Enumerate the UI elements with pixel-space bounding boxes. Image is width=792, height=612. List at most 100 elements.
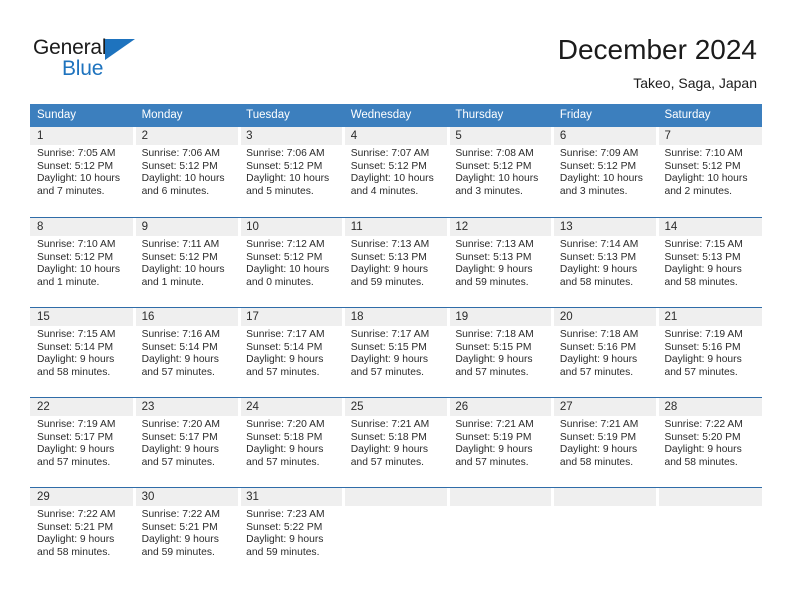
day-number: 4 [350,130,358,142]
sunset-text: Sunset: 5:15 PM [350,341,427,353]
calendar-day-cell[interactable]: 23 Sunrise: 7:20 AM Sunset: 5:17 PM Dayligh… [135,398,240,487]
weekday-thursday: Thursday [455,109,504,121]
daylight-text-line1: Daylight: 10 hours [455,173,539,185]
sunrise-text: Sunrise: 7:06 AM [246,148,325,159]
sunrise-text: Sunrise: 7:22 AM [37,509,116,520]
calendar-day-cell[interactable]: 26 Sunrise: 7:21 AM Sunset: 5:19 PM Dayligh… [448,398,553,487]
calendar-day-cell[interactable]: 15 Sunrise: 7:15 AM Sunset: 5:14 PM Dayligh… [30,308,135,397]
day-details: Sunrise: 7:21 AM Sunset: 5:19 PM Daylight:… [560,419,658,469]
calendar-day-cell[interactable]: 6 Sunrise: 7:09 AM Sunset: 5:12 PM Daylight… [553,127,658,217]
calendar-day-cell[interactable]: 29 Sunrise: 7:22 AM Sunset: 5:21 PM Dayligh… [30,488,135,577]
calendar-day-cell[interactable]: 28 Sunrise: 7:22 AM Sunset: 5:20 PM Dayligh… [657,398,762,487]
calendar-day-cell-empty [553,488,658,577]
band-gutter [342,308,346,326]
calendar-page: General Blue December 2024 Takeo, Saga, … [0,0,792,612]
day-details: Sunrise: 7:06 AM Sunset: 5:12 PM Daylight:… [246,148,344,198]
daylight-text-line1: Daylight: 9 hours [246,354,324,366]
calendar-day-cell[interactable]: 24 Sunrise: 7:20 AM Sunset: 5:18 PM Dayligh… [239,398,344,487]
title-block: December 2024 Takeo, Saga, Japan [558,33,757,93]
sunrise-text: Sunrise: 7:05 AM [37,148,116,159]
day-details: Sunrise: 7:18 AM Sunset: 5:16 PM Daylight:… [560,329,658,379]
sunset-text: Sunset: 5:12 PM [559,160,637,172]
calendar-day-cell[interactable]: 18 Sunrise: 7:17 AM Sunset: 5:15 PM Dayligh… [344,308,449,397]
day-details: Sunrise: 7:21 AM Sunset: 5:18 PM Daylight:… [351,419,449,469]
calendar-day-cell[interactable]: 1 Sunrise: 7:05 AM Sunset: 5:12 PM Daylight… [30,127,135,217]
sunrise-text: Sunrise: 7:14 AM [559,239,639,250]
sunset-text: Sunset: 5:16 PM [559,341,637,353]
day-cell-group: 1 Sunrise: 7:05 AM Sunset: 5:12 PM Daylight… [30,127,762,217]
calendar-day-cell[interactable]: 27 Sunrise: 7:21 AM Sunset: 5:19 PM Dayligh… [553,398,658,487]
band-gutter [342,127,346,145]
calendar-day-cell[interactable]: 21 Sunrise: 7:19 AM Sunset: 5:16 PM Dayligh… [657,308,762,397]
calendar-day-cell[interactable]: 10 Sunrise: 7:12 AM Sunset: 5:12 PM Dayligh… [239,218,344,307]
calendar-day-cell[interactable]: 4 Sunrise: 7:07 AM Sunset: 5:12 PM Daylight… [344,127,449,217]
calendar-day-cell[interactable]: 5 Sunrise: 7:08 AM Sunset: 5:12 PM Daylight… [448,127,553,217]
daylight-text-line1: Daylight: 9 hours [455,354,533,366]
calendar-day-cell[interactable]: 7 Sunrise: 7:10 AM Sunset: 5:12 PM Daylight… [657,127,762,217]
day-details: Sunrise: 7:07 AM Sunset: 5:12 PM Daylight:… [351,148,449,198]
sunset-text: Sunset: 5:19 PM [455,431,532,443]
calendar-day-cell[interactable]: 16 Sunrise: 7:16 AM Sunset: 5:14 PM Dayligh… [135,308,240,397]
calendar-day-cell[interactable]: 20 Sunrise: 7:18 AM Sunset: 5:16 PM Dayligh… [553,308,658,397]
daylight-text-line2: and 57 minutes. [455,366,529,378]
daylight-text-line2: and 57 minutes. [141,456,215,468]
sunrise-text: Sunrise: 7:18 AM [559,329,639,340]
calendar-day-cell[interactable]: 13 Sunrise: 7:14 AM Sunset: 5:13 PM Dayligh… [553,218,658,307]
day-number: 20 [559,311,573,323]
calendar-day-cell[interactable]: 14 Sunrise: 7:15 AM Sunset: 5:13 PM Dayligh… [657,218,762,307]
band-gutter [446,218,450,236]
day-details: Sunrise: 7:23 AM Sunset: 5:22 PM Daylight:… [246,509,344,559]
daylight-text-line1: Daylight: 9 hours [664,354,742,366]
day-number: 12 [455,221,469,233]
logo-blue-text: Blue [62,57,104,80]
band-gutter [551,488,555,506]
calendar-day-cell[interactable]: 30 Sunrise: 7:22 AM Sunset: 5:21 PM Dayligh… [135,488,240,577]
band-gutter [133,398,137,416]
sunrise-text: Sunrise: 7:19 AM [37,419,116,430]
sunset-text: Sunset: 5:16 PM [664,341,741,353]
day-number: 7 [664,130,671,142]
calendar-day-cell[interactable]: 11 Sunrise: 7:13 AM Sunset: 5:13 PM Dayligh… [344,218,449,307]
calendar-day-cell[interactable]: 19 Sunrise: 7:18 AM Sunset: 5:15 PM Dayligh… [448,308,553,397]
band-gutter [133,127,137,145]
calendar-day-cell[interactable]: 17 Sunrise: 7:17 AM Sunset: 5:14 PM Dayligh… [239,308,344,397]
day-details: Sunrise: 7:13 AM Sunset: 5:13 PM Daylight:… [455,239,553,289]
day-number: 27 [559,401,573,413]
calendar-day-cell[interactable]: 22 Sunrise: 7:19 AM Sunset: 5:17 PM Dayligh… [30,398,135,487]
day-details: Sunrise: 7:18 AM Sunset: 5:15 PM Daylight:… [455,329,553,379]
daylight-text-line1: Daylight: 10 hours [141,173,225,185]
day-details: Sunrise: 7:21 AM Sunset: 5:19 PM Daylight:… [455,419,553,469]
daylight-text-line2: and 59 minutes. [350,276,425,288]
calendar-week-row: 1 Sunrise: 7:05 AM Sunset: 5:12 PM Daylight… [30,127,762,217]
calendar-day-cell[interactable]: 3 Sunrise: 7:06 AM Sunset: 5:12 PM Daylight… [239,127,344,217]
calendar-day-cell[interactable]: 25 Sunrise: 7:21 AM Sunset: 5:18 PM Dayligh… [344,398,449,487]
day-details: Sunrise: 7:19 AM Sunset: 5:17 PM Daylight:… [37,419,135,469]
band-gutter [237,488,241,506]
day-number: 18 [350,311,364,323]
sunset-text: Sunset: 5:12 PM [37,251,114,263]
calendar-week-row: 8 Sunrise: 7:10 AM Sunset: 5:12 PM Daylight… [30,217,762,307]
daylight-text-line2: and 6 minutes. [141,185,210,197]
sunset-text: Sunset: 5:18 PM [246,431,323,443]
sunrise-text: Sunrise: 7:13 AM [455,239,534,250]
sunset-text: Sunset: 5:19 PM [559,431,637,443]
day-details: Sunrise: 7:20 AM Sunset: 5:18 PM Daylight:… [246,419,344,469]
calendar-day-cell[interactable]: 31 Sunrise: 7:23 AM Sunset: 5:22 PM Dayligh… [239,488,344,577]
daylight-text-line1: Daylight: 9 hours [350,444,429,456]
band-gutter [342,218,346,236]
calendar-day-cell[interactable]: 12 Sunrise: 7:13 AM Sunset: 5:13 PM Dayligh… [448,218,553,307]
sunset-text: Sunset: 5:12 PM [141,160,218,172]
calendar-day-cell[interactable]: 9 Sunrise: 7:11 AM Sunset: 5:12 PM Daylight… [135,218,240,307]
day-number: 19 [455,311,469,323]
day-number: 11 [350,221,363,233]
sunset-text: Sunset: 5:14 PM [141,341,218,353]
daylight-text-line2: and 57 minutes. [141,366,215,378]
calendar-day-cell[interactable]: 2 Sunrise: 7:06 AM Sunset: 5:12 PM Daylight… [135,127,240,217]
day-details: Sunrise: 7:08 AM Sunset: 5:12 PM Daylight:… [455,148,553,198]
brand-logo[interactable]: General Blue [33,36,163,86]
calendar-day-cell[interactable]: 8 Sunrise: 7:10 AM Sunset: 5:12 PM Daylight… [30,218,135,307]
daylight-text-line1: Daylight: 9 hours [350,354,429,366]
day-number: 16 [141,311,155,323]
day-number: 6 [559,130,567,142]
sunset-text: Sunset: 5:22 PM [246,521,323,533]
